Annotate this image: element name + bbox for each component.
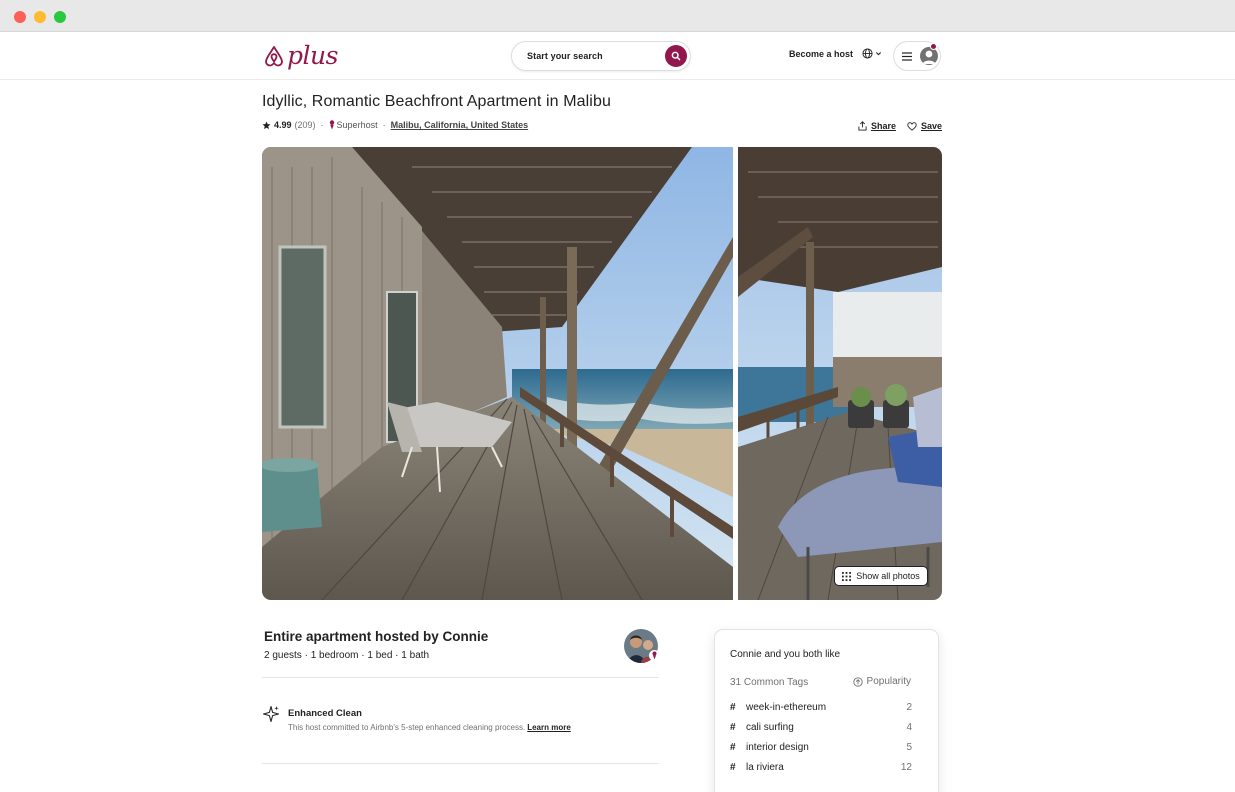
common-tags-count: 31 Common Tags: [730, 677, 809, 688]
search-bar[interactable]: Start your search: [511, 41, 691, 71]
common-tags-title: Connie and you both like: [730, 649, 841, 660]
show-all-photos-label: Show all photos: [856, 571, 920, 581]
notification-badge: [930, 43, 937, 50]
tag-count: 2: [906, 701, 912, 713]
tag-count: 5: [906, 741, 912, 753]
terrace-photo: [738, 147, 942, 600]
hash-icon: #: [730, 701, 736, 713]
airbnb-logo-icon: [265, 46, 283, 67]
language-button[interactable]: [862, 48, 882, 59]
close-window-button[interactable]: [14, 11, 26, 23]
tag-row[interactable]: # interior design 5: [730, 740, 912, 754]
rating-value: 4.99: [274, 120, 292, 130]
tag-row[interactable]: # la riviera 12: [730, 760, 912, 774]
menu-icon: [902, 51, 912, 61]
superhost-badge: [649, 650, 660, 661]
tag-name: week-in-ethereum: [746, 701, 827, 713]
brand-logo[interactable]: plus: [263, 41, 338, 71]
star-icon: [262, 121, 271, 129]
location-link[interactable]: Malibu, California, United States: [391, 120, 529, 130]
tag-count: 12: [900, 761, 912, 773]
grid-icon: [842, 571, 852, 581]
share-button[interactable]: Share: [858, 121, 896, 131]
tag-name: cali surfing: [746, 721, 794, 733]
globe-icon: [862, 48, 873, 59]
enhanced-clean-text: This host committed to Airbnb's 5-step e…: [288, 723, 526, 732]
review-count[interactable]: (209): [295, 120, 316, 130]
learn-more-link[interactable]: Learn more: [527, 723, 571, 732]
become-host-link[interactable]: Become a host: [789, 49, 853, 59]
top-nav: plus Start your search Become a host: [0, 32, 1235, 80]
hash-icon: #: [730, 761, 736, 773]
save-label: Save: [920, 121, 942, 131]
brand-name: plus: [287, 41, 338, 70]
separator: ·: [382, 120, 386, 130]
share-icon: [858, 121, 867, 131]
show-all-photos-button[interactable]: Show all photos: [834, 566, 928, 586]
balcony-photo: [262, 147, 733, 600]
heart-icon: [907, 121, 917, 131]
tag-row[interactable]: # cali surfing 4: [730, 720, 912, 734]
popularity-icon: [852, 676, 863, 687]
host-heading: Entire apartment hosted by Connie: [264, 629, 489, 644]
sparkle-icon: [262, 705, 280, 723]
divider: [262, 763, 659, 764]
maximize-window-button[interactable]: [54, 11, 66, 23]
save-button[interactable]: Save: [907, 121, 942, 131]
search-placeholder: Start your search: [527, 51, 603, 61]
secondary-photo[interactable]: [738, 147, 942, 600]
minimize-window-button[interactable]: [34, 11, 46, 23]
window-titlebar: [0, 0, 1235, 32]
tag-name: la riviera: [746, 761, 784, 773]
enhanced-clean-title: Enhanced Clean: [288, 708, 362, 719]
divider: [262, 677, 659, 678]
listing-actions: Share Save: [858, 121, 942, 131]
superhost-icon: [329, 120, 334, 130]
sort-popularity-button[interactable]: Popularity: [852, 676, 911, 687]
separator: ·: [320, 120, 324, 130]
listing-title: Idyllic, Romantic Beachfront Apartment i…: [262, 93, 611, 110]
photo-gallery: [262, 147, 942, 600]
user-avatar: [920, 47, 938, 65]
superhost-label: Superhost: [336, 120, 378, 130]
share-label: Share: [870, 121, 896, 131]
listing-meta: 4.99 (209) · Superhost · Malibu, Califor…: [262, 120, 528, 130]
host-details: 2 guests · 1 bedroom · 1 bed · 1 bath: [264, 650, 430, 661]
superhost-icon: [652, 651, 657, 660]
search-icon: [671, 51, 681, 61]
tag-count: 4: [906, 721, 912, 733]
enhanced-clean-description: This host committed to Airbnb's 5-step e…: [288, 723, 571, 732]
common-tags-card: Connie and you both like 31 Common Tags …: [714, 629, 939, 792]
tag-name: interior design: [746, 741, 809, 753]
sort-label: Popularity: [866, 676, 911, 687]
hash-icon: #: [730, 721, 736, 733]
hash-icon: #: [730, 741, 736, 753]
chevron-down-icon: [875, 52, 882, 56]
main-photo[interactable]: [262, 147, 733, 600]
search-button[interactable]: [665, 45, 687, 67]
user-icon: [922, 50, 936, 64]
tag-row[interactable]: # week-in-ethereum 2: [730, 700, 912, 714]
